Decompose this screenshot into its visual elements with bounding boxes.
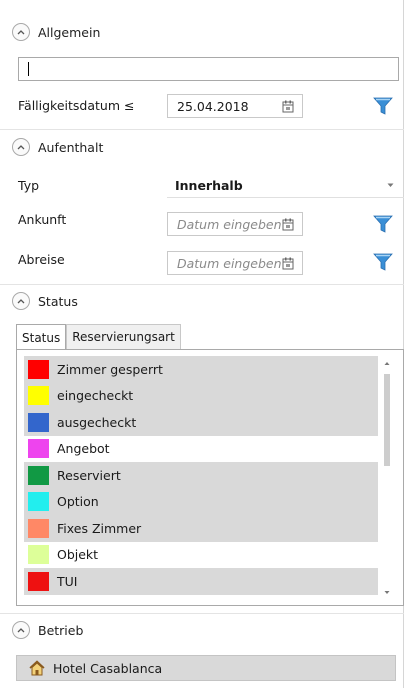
chevron-up-icon [17,299,25,304]
chevron-up-icon [17,628,25,633]
status-list-item[interactable]: Zimmer gesperrt [24,356,378,383]
chevron-down-icon [387,183,394,187]
status-list-item[interactable]: Objekt [24,541,378,568]
search-input[interactable] [18,57,399,81]
section-status-title: Status [38,293,78,309]
status-item-label: Objekt [57,547,99,563]
status-list: Zimmer gesperrt eingecheckt ausgecheckt Ang… [24,356,378,595]
status-item-label: TUI [57,573,78,589]
due-date-input[interactable]: 25.04.2018 [167,94,303,118]
chevron-up-icon [17,30,25,35]
divider [0,284,404,285]
funnel-filter-icon[interactable] [373,214,393,234]
section-status-header[interactable]: Status [12,290,78,312]
section-allgemein-title: Allgemein [38,24,101,40]
collapse-betrieb-button[interactable] [12,621,30,639]
funnel-filter-icon[interactable] [373,252,393,272]
scroll-up-icon[interactable] [380,358,394,368]
calendar-icon[interactable] [282,218,294,231]
tab-status[interactable]: Status [16,324,67,350]
status-color-swatch [28,386,49,406]
section-aufenthalt-title: Aufenthalt [38,139,104,155]
status-list-item[interactable]: ausgecheckt [24,409,378,436]
status-list-item[interactable]: TUI [24,568,378,595]
status-list-item[interactable]: eingecheckt [24,382,378,409]
status-color-swatch [28,412,49,432]
divider [0,129,404,130]
status-item-label: Angebot [57,441,110,457]
typ-select[interactable]: Innerhalb [167,174,404,198]
section-allgemein-header[interactable]: Allgemein [12,21,100,43]
due-date-label: Fälligkeitsdatum ≤ [18,98,135,113]
section-betrieb-header[interactable]: Betrieb [12,619,83,641]
scroll-down-icon[interactable] [380,588,394,598]
collapse-status-button[interactable] [12,292,30,310]
status-list-item[interactable]: Reserviert [24,462,378,489]
status-tabs: Status Reservierungsart [16,324,181,350]
calendar-icon[interactable] [282,257,294,270]
status-color-swatch [28,359,49,379]
status-list-item[interactable]: Fixes Zimmer [24,515,378,542]
collapse-aufenthalt-button[interactable] [12,138,30,156]
collapse-allgemein-button[interactable] [12,23,30,41]
abreise-placeholder: Datum eingeben [177,255,282,271]
status-color-swatch [28,518,49,538]
status-listbox: Zimmer gesperrt eingecheckt ausgecheckt Ang… [16,349,404,606]
typ-select-value: Innerhalb [175,178,243,193]
status-item-label: eingecheckt [57,388,134,404]
status-color-swatch [28,492,49,512]
scroll-thumb[interactable] [384,374,390,466]
tab-reservierungsart[interactable]: Reservierungsart [66,324,181,349]
status-item-label: Reserviert [57,467,121,483]
status-color-swatch [28,571,49,591]
status-color-swatch [28,465,49,485]
scrollbar[interactable] [380,356,394,600]
status-color-swatch [28,439,49,459]
status-item-label: Fixes Zimmer [57,520,142,536]
divider [0,613,404,614]
section-betrieb-title: Betrieb [38,622,84,638]
ankunft-label: Ankunft [18,212,67,227]
funnel-filter-icon[interactable] [373,96,393,116]
home-icon [29,660,45,676]
status-item-label: ausgecheckt [57,414,137,430]
betrieb-item[interactable]: Hotel Casablanca [16,655,396,681]
filter-panel: Allgemein Fälligkeitsdatum ≤ 25.04.2018 … [0,0,404,688]
typ-label: Typ [18,178,40,193]
status-item-label: Zimmer gesperrt [57,361,163,377]
text-caret [28,62,29,76]
status-color-swatch [28,545,49,565]
section-aufenthalt-header[interactable]: Aufenthalt [12,136,103,158]
due-date-value: 25.04.2018 [177,98,249,114]
status-list-item[interactable]: Option [24,488,378,515]
chevron-up-icon [17,145,25,150]
ankunft-placeholder: Datum eingeben [177,216,282,232]
betrieb-hotel-label: Hotel Casablanca [53,660,163,676]
status-list-item[interactable]: Angebot [24,435,378,462]
abreise-label: Abreise [18,252,65,267]
ankunft-date-input[interactable]: Datum eingeben [167,212,303,236]
abreise-date-input[interactable]: Datum eingeben [167,251,303,275]
status-item-label: Option [57,494,99,510]
calendar-icon[interactable] [282,100,294,113]
